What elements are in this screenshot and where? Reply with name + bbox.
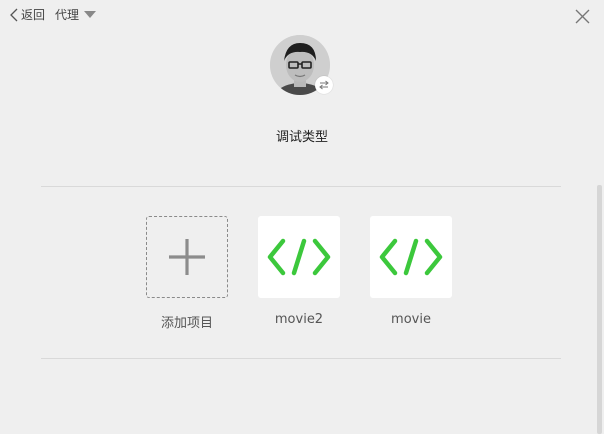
add-project-tile[interactable]: 添加项目 [146, 216, 228, 331]
switch-account-button[interactable] [315, 76, 333, 94]
swap-icon [319, 80, 329, 90]
project-label: movie [391, 312, 431, 327]
add-project-button[interactable] [146, 216, 228, 298]
avatar-container[interactable] [270, 35, 333, 97]
code-icon [379, 238, 443, 276]
project-tile-movie2[interactable]: movie2 [258, 216, 340, 327]
project-label: 添加项目 [160, 316, 213, 331]
divider [41, 358, 561, 359]
project-tile-movie[interactable]: movie [370, 216, 452, 327]
back-button[interactable]: 返回 [10, 6, 45, 23]
caret-down-icon [84, 11, 97, 18]
divider [41, 186, 561, 187]
back-label: 返回 [21, 8, 46, 22]
close-icon [575, 9, 590, 24]
code-icon [267, 238, 331, 276]
mode-dropdown[interactable]: 代理 [55, 6, 97, 23]
project-label: movie2 [274, 312, 324, 327]
page-title: 调试类型 [275, 130, 328, 145]
close-button[interactable] [575, 9, 590, 28]
top-bar: 返回 代理 [0, 0, 604, 30]
mode-label: 代理 [55, 8, 80, 22]
chevron-left-icon [10, 8, 18, 21]
project-card[interactable] [258, 216, 340, 298]
scrollbar[interactable] [597, 185, 602, 434]
plus-icon [169, 239, 205, 275]
project-card[interactable] [370, 216, 452, 298]
